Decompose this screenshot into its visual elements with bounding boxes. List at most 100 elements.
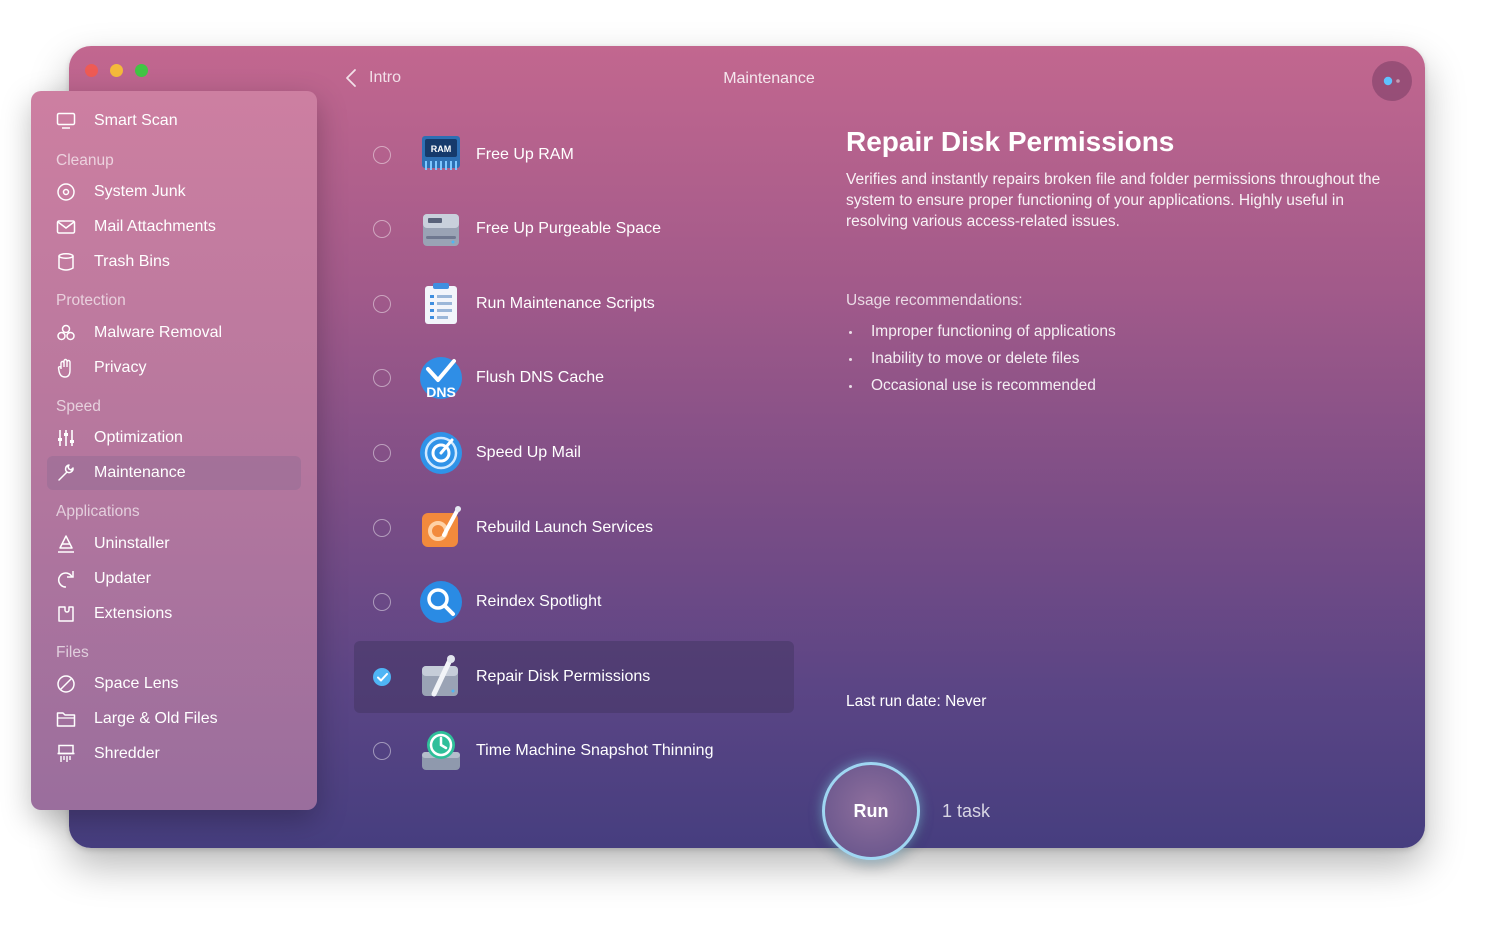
clipboard-icon (425, 283, 457, 324)
svg-text:RAM: RAM (431, 144, 452, 154)
sidebar-item-label: System Junk (94, 183, 186, 200)
task-rebuild-launch-services[interactable]: Rebuild Launch Services (354, 492, 794, 564)
task-label: Time Machine Snapshot Thinning (476, 742, 714, 759)
update-icon (55, 568, 77, 590)
sidebar-item-updater[interactable]: Updater (47, 562, 301, 596)
sidebar-item-label: Uninstaller (94, 535, 170, 552)
sidebar-item-label: Extensions (94, 605, 173, 622)
disc-icon (55, 181, 77, 203)
task-radio[interactable] (373, 295, 391, 313)
hard-drive-icon (423, 214, 459, 246)
detail-title: Repair Disk Permissions (846, 126, 1175, 157)
sidebar-item-label: Privacy (94, 359, 147, 376)
mail-speed-icon (420, 432, 462, 474)
lens-icon (55, 673, 77, 695)
back-button-label: Intro (369, 69, 402, 86)
sidebar-item-label: Space Lens (94, 675, 179, 692)
sidebar-item-label: Maintenance (94, 464, 186, 481)
usage-item: Occasional use is recommended (846, 377, 1096, 395)
svg-text:DNS: DNS (426, 384, 456, 400)
sidebar-item-mail-attachments[interactable]: Mail Attachments (47, 210, 301, 244)
task-free-up-ram[interactable]: RAM Free Up RAM (354, 119, 794, 191)
task-label: Flush DNS Cache (476, 369, 605, 386)
sidebar-item-shredder[interactable]: Shredder (47, 737, 301, 771)
time-machine-icon (422, 731, 460, 770)
last-run-date: Last run date: Never (846, 693, 986, 711)
launch-services-icon (422, 506, 461, 547)
sidebar-item-malware-removal[interactable]: Malware Removal (47, 316, 301, 350)
disk-permissions-icon (422, 655, 458, 697)
shredder-icon (55, 743, 77, 765)
last-run-value: Never (945, 693, 987, 710)
detail-description: Verifies and instantly repairs broken fi… (846, 171, 1381, 230)
task-radio-checked[interactable] (373, 668, 391, 686)
sidebar-section-applications: Applications (56, 503, 140, 520)
task-run-maintenance-scripts[interactable]: Run Maintenance Scripts (354, 268, 794, 340)
monitor-icon (55, 110, 77, 132)
trash-icon (55, 251, 77, 273)
task-flush-dns-cache[interactable]: DNS Flush DNS Cache (354, 342, 794, 414)
bullet-icon (849, 384, 852, 388)
sidebar-item-optimization[interactable]: Optimization (47, 421, 301, 455)
zoom-window-button[interactable] (135, 64, 148, 77)
task-label: Speed Up Mail (476, 444, 581, 461)
task-radio[interactable] (373, 220, 391, 238)
sidebar-item-label: Updater (94, 570, 151, 587)
sidebar-item-large-old-files[interactable]: Large & Old Files (47, 702, 301, 736)
sidebar-item-label: Trash Bins (94, 253, 170, 270)
chevron-left-icon (346, 69, 356, 87)
sidebar-item-label: Smart Scan (94, 112, 178, 129)
wrench-icon (55, 462, 77, 484)
envelope-icon (55, 216, 77, 238)
task-label: Reindex Spotlight (476, 593, 602, 610)
sidebar-item-trash-bins[interactable]: Trash Bins (47, 245, 301, 279)
biohazard-icon (55, 322, 77, 344)
sliders-icon (55, 427, 77, 449)
sidebar-item-label: Shredder (94, 745, 160, 762)
task-radio[interactable] (373, 742, 391, 760)
checkmark-icon (376, 672, 388, 681)
back-button[interactable]: Intro (345, 68, 401, 88)
task-radio[interactable] (373, 146, 391, 164)
task-radio[interactable] (373, 593, 391, 611)
sidebar-section-speed: Speed (56, 398, 101, 415)
task-radio[interactable] (373, 444, 391, 462)
usage-item: Inability to move or delete files (846, 350, 1080, 368)
sidebar-item-label: Mail Attachments (94, 218, 216, 235)
extension-icon (55, 603, 77, 625)
task-speed-up-mail[interactable]: Speed Up Mail (354, 417, 794, 489)
sidebar-item-label: Malware Removal (94, 324, 223, 341)
task-repair-disk-permissions[interactable]: Repair Disk Permissions (354, 641, 794, 713)
task-free-up-purgeable-space[interactable]: Free Up Purgeable Space (354, 193, 794, 265)
sidebar-item-extensions[interactable]: Extensions (47, 597, 301, 631)
window-title: Maintenance (723, 70, 815, 87)
sidebar-item-space-lens[interactable]: Space Lens (47, 667, 301, 701)
task-reindex-spotlight[interactable]: Reindex Spotlight (354, 566, 794, 638)
sidebar-item-privacy[interactable]: Privacy (47, 351, 301, 385)
assistant-button[interactable] (1372, 61, 1412, 101)
sidebar-section-files: Files (56, 644, 89, 661)
last-run-label: Last run date: (846, 693, 941, 710)
minimize-window-button[interactable] (110, 64, 123, 77)
dns-icon: DNS (420, 357, 462, 400)
run-button[interactable]: Run (822, 762, 920, 860)
sidebar-item-label: Large & Old Files (94, 710, 218, 727)
usage-item-text: Occasional use is recommended (871, 377, 1096, 394)
usage-item: Improper functioning of applications (846, 323, 1116, 341)
sidebar-item-uninstaller[interactable]: Uninstaller (47, 527, 301, 561)
bullet-icon (849, 357, 852, 361)
task-label: Repair Disk Permissions (476, 668, 651, 685)
sidebar-item-maintenance[interactable]: Maintenance (47, 456, 301, 490)
hand-icon (55, 357, 77, 379)
bullet-icon (849, 330, 852, 334)
sidebar-item-system-junk[interactable]: System Junk (47, 175, 301, 209)
task-time-machine-snapshot-thinning[interactable]: Time Machine Snapshot Thinning (354, 715, 794, 787)
usage-heading: Usage recommendations: (846, 292, 1023, 309)
close-window-button[interactable] (85, 64, 98, 77)
folder-icon (55, 708, 77, 730)
sidebar-item-smart-scan[interactable]: Smart Scan (47, 104, 301, 138)
task-radio[interactable] (373, 519, 391, 537)
task-radio[interactable] (373, 369, 391, 387)
task-label: Free Up Purgeable Space (476, 220, 661, 237)
uninstall-icon (55, 533, 77, 555)
